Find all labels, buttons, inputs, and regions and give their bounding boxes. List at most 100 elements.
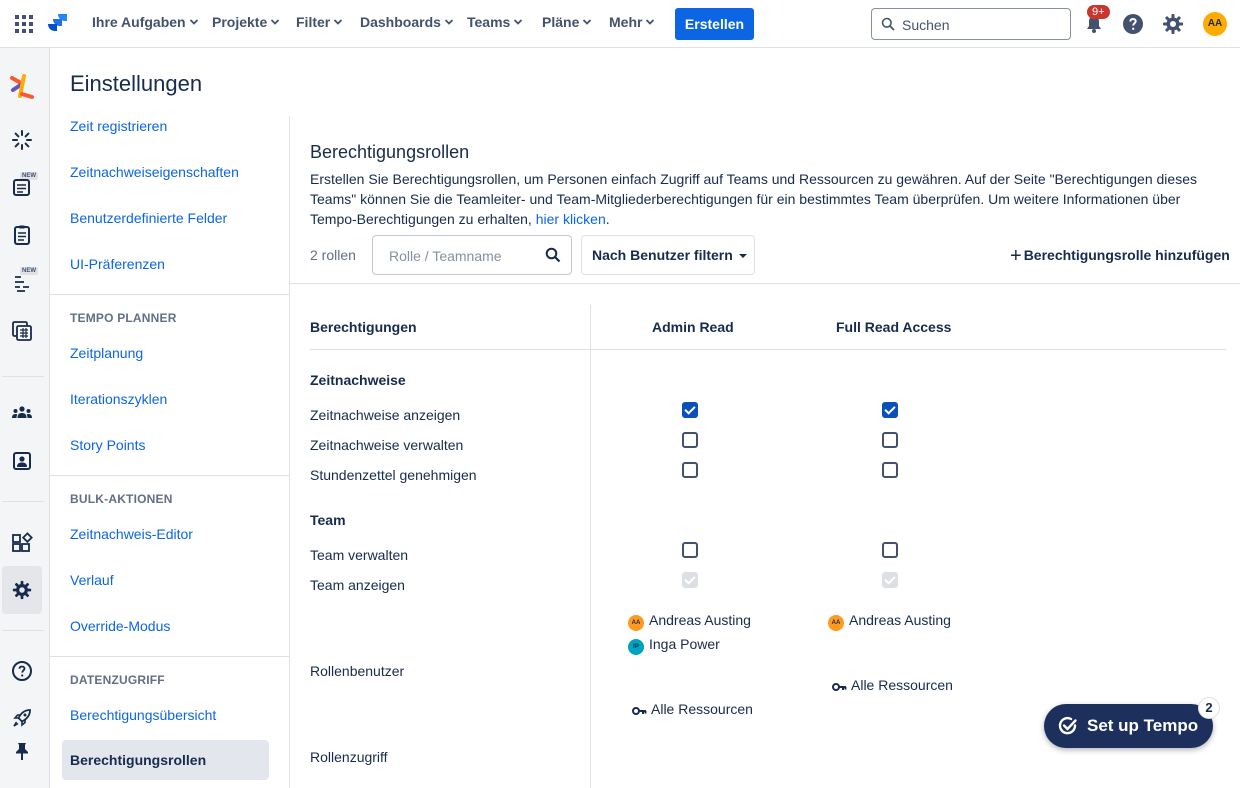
checkbox-full-read-view-team	[882, 572, 898, 588]
nav-teams[interactable]: Teams	[467, 14, 523, 30]
sidebar-divider	[50, 475, 289, 476]
apps-icon[interactable]	[11, 532, 33, 554]
settings-link-ui-preferences[interactable]: UI-Präferenzen	[70, 256, 165, 272]
role-user[interactable]: AA Andreas Austing	[828, 612, 951, 631]
timesheet-icon[interactable]	[11, 176, 33, 198]
caret-down-icon	[738, 254, 747, 258]
role-access-resource-label: Alle Ressourcen	[651, 701, 753, 717]
filter-by-user-label: Nach Benutzer filtern	[592, 247, 733, 263]
role-user-name: Andreas Austing	[649, 612, 751, 628]
jira-logo-icon[interactable]	[47, 12, 69, 36]
settings-link-permission-roles[interactable]: Berechtigungsrollen	[62, 740, 269, 780]
role-access-resource[interactable]: Alle Ressourcen	[832, 677, 953, 693]
checkbox-admin-read-approve-timesheets[interactable]	[682, 462, 698, 478]
settings-link-permission-overview[interactable]: Berechtigungsübersicht	[70, 707, 216, 723]
checkbox-full-read-manage-team[interactable]	[882, 542, 898, 558]
user-avatar[interactable]: AA	[1203, 12, 1227, 36]
task-list-icon[interactable]	[11, 272, 33, 294]
nav-more[interactable]: Mehr	[609, 14, 655, 30]
key-icon	[632, 707, 647, 715]
tempo-logo-icon[interactable]	[7, 70, 37, 102]
clipboard-icon[interactable]	[11, 224, 33, 246]
description-text: Erstellen Sie Berechtigungsrollen, um Pe…	[310, 171, 1197, 227]
search-icon	[881, 17, 895, 31]
permission-view-worklogs: Zeitnachweise anzeigen	[310, 407, 461, 423]
checkbox-full-read-view-worklogs[interactable]	[882, 402, 898, 418]
checkbox-full-read-manage-worklogs[interactable]	[882, 432, 898, 448]
search-input[interactable]	[902, 15, 1062, 35]
chevron-down-icon	[189, 19, 198, 25]
help-icon[interactable]	[11, 660, 33, 682]
sidebar-divider	[50, 294, 289, 295]
plus-icon: +	[1010, 245, 1022, 267]
team-icon[interactable]	[11, 402, 33, 424]
loading-spinner-icon[interactable]	[11, 129, 33, 151]
filter-by-user-dropdown[interactable]: Nach Benutzer filtern	[581, 235, 755, 275]
role-user[interactable]: AA Andreas Austing	[628, 612, 751, 631]
settings-icon[interactable]	[11, 579, 33, 601]
table-column-divider	[590, 305, 591, 788]
checkbox-admin-read-manage-team[interactable]	[682, 542, 698, 558]
rail-divider	[2, 376, 44, 377]
app-switcher-icon[interactable]	[14, 14, 34, 34]
section-heading-bulk-actions: BULK-AKTIONEN	[70, 492, 173, 506]
settings-link-planning[interactable]: Zeitplanung	[70, 345, 143, 361]
role-access-label: Rollenzugriff	[310, 749, 388, 765]
set-up-tempo-button[interactable]: Set up Tempo	[1044, 704, 1213, 748]
settings-link-permission-roles-label: Berechtigungsrollen	[70, 752, 207, 768]
permission-manage-worklogs: Zeitnachweise verwalten	[310, 437, 464, 453]
page-title: Einstellungen	[70, 71, 203, 96]
rocket-icon[interactable]	[11, 707, 33, 729]
role-column-admin-read[interactable]: Admin Read	[652, 319, 734, 335]
search-icon	[545, 247, 561, 263]
tempo-app-rail: NEW NEW	[0, 48, 50, 788]
settings-link-worklog-editor[interactable]: Zeitnachweis-Editor	[70, 526, 193, 542]
nav-your-work[interactable]: Ihre Aufgaben	[92, 14, 199, 30]
add-permission-role-label: Berechtigungsrolle hinzufügen	[1023, 247, 1230, 263]
nav-filters[interactable]: Filter	[296, 14, 343, 30]
role-user-name: Andreas Austing	[849, 612, 951, 628]
chevron-down-icon	[583, 19, 592, 25]
checkbox-full-read-approve-timesheets[interactable]	[882, 462, 898, 478]
nav-plans[interactable]: Pläne	[542, 14, 592, 30]
role-column-full-read-access[interactable]: Full Read Access	[836, 319, 951, 335]
role-search-field[interactable]	[372, 235, 572, 275]
settings-link-iteration-cycles[interactable]: Iterationszyklen	[70, 391, 167, 407]
checkbox-admin-read-view-worklogs[interactable]	[682, 402, 698, 418]
chevron-down-icon	[514, 19, 523, 25]
settings-link-override-mode[interactable]: Override-Modus	[70, 618, 170, 634]
settings-link-story-points[interactable]: Story Points	[70, 437, 145, 453]
settings-link-history[interactable]: Verlauf	[70, 572, 114, 588]
content-divider	[290, 283, 1240, 284]
calendar-grid-icon[interactable]	[11, 320, 33, 342]
role-access-resource-label: Alle Ressourcen	[851, 677, 953, 693]
settings-link-custom-fields[interactable]: Benutzerdefinierte Felder	[70, 210, 227, 226]
group-label-timesheets: Zeitnachweise	[310, 372, 406, 388]
key-icon	[832, 683, 847, 691]
nav-projects[interactable]: Projekte	[212, 14, 280, 30]
notification-badge: 9+	[1087, 5, 1110, 19]
add-permission-role-button[interactable]: + Berechtigungsrolle hinzufügen	[1010, 245, 1230, 268]
global-search[interactable]	[871, 8, 1071, 40]
role-user[interactable]: IP Inga Power	[628, 636, 720, 655]
checkbox-admin-read-view-team	[682, 572, 698, 588]
sidebar-divider	[50, 656, 289, 657]
contact-card-icon[interactable]	[11, 450, 33, 472]
permission-manage-team: Team verwalten	[310, 547, 409, 563]
create-button[interactable]: Erstellen	[675, 8, 754, 40]
settings-gear-icon[interactable]	[1161, 12, 1185, 36]
section-heading-tempo-planner: TEMPO PLANNER	[70, 311, 177, 325]
checkbox-admin-read-manage-worklogs[interactable]	[682, 432, 698, 448]
role-access-resource[interactable]: Alle Ressourcen	[632, 701, 753, 717]
role-search-input[interactable]	[389, 246, 539, 266]
help-icon[interactable]	[1121, 12, 1145, 36]
pin-icon[interactable]	[11, 740, 33, 762]
top-navigation-bar: Ihre Aufgaben Projekte Filter Dashboards…	[0, 0, 1240, 48]
set-up-tempo-label: Set up Tempo	[1087, 716, 1199, 735]
settings-link-worklog-attributes[interactable]: Zeitnachweiseigenschaften	[70, 164, 239, 180]
click-here-link[interactable]: hier klicken	[536, 211, 606, 227]
permissions-column-header: Berechtigungen	[310, 319, 417, 335]
section-description: Erstellen Sie Berechtigungsrollen, um Pe…	[310, 169, 1210, 229]
nav-dashboards[interactable]: Dashboards	[360, 14, 454, 30]
settings-link-log-time[interactable]: Zeit registrieren	[70, 118, 167, 134]
